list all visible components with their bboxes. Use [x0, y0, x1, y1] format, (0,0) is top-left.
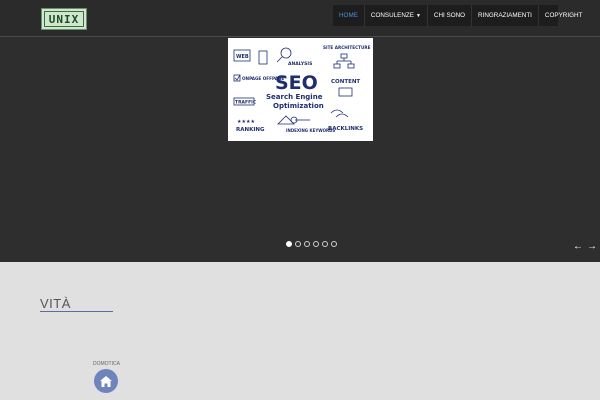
nav-label-ringraziamenti: RINGRAZIAMENTI [478, 12, 532, 19]
slide-text-site-architecture: SITE ARCHITECTURE [323, 45, 371, 50]
nav-item-copyright[interactable]: COPYRIGHT [539, 5, 588, 26]
nav-item-consulenze[interactable]: CONSULENZE ▼ [365, 5, 428, 26]
slider-dot[interactable] [322, 241, 328, 247]
logo-text: UNIX [44, 11, 84, 27]
ranking-stars-icon: ★★★★ [237, 119, 255, 125]
nav-item-chi-sono[interactable]: CHI SONO [428, 5, 473, 26]
nav-item-home[interactable]: HOME [333, 5, 365, 26]
caret-down-icon: ▼ [415, 12, 421, 19]
nav-label-consulenze: CONSULENZE [370, 12, 414, 19]
slide-text-backlinks: BACKLINKS [328, 126, 363, 132]
slide-text-content: CONTENT [331, 79, 360, 85]
slider-dot[interactable] [295, 241, 301, 247]
site-header: UNIX HOME CONSULENZE ▼ CHI SONO RINGRAZIA… [0, 0, 600, 37]
site-logo[interactable]: UNIX [41, 8, 87, 30]
slide-text-ranking: RANKING [236, 127, 265, 133]
slider-dot[interactable] [286, 241, 292, 247]
seo-illustration: WEB ANALYSIS SITE ARCHITECTURE ONPAGE OF… [233, 45, 371, 133]
nav-label-chi-sono: CHI SONO [433, 12, 466, 19]
main-nav: HOME CONSULENZE ▼ CHI SONO RINGRAZIAMENTI… [333, 5, 582, 26]
slider-dots [286, 241, 337, 247]
slide-text-search-engine: Search Engine [266, 93, 323, 101]
slide-text-analysis: ANALYSIS [288, 61, 312, 67]
arrow-right-icon[interactable]: → [587, 242, 597, 252]
slider-dot[interactable] [331, 241, 337, 247]
slider-dot[interactable] [313, 241, 319, 247]
nav-item-ringraziamenti[interactable]: RINGRAZIAMENTI [472, 5, 539, 26]
home-icon [100, 375, 112, 387]
slide-text-web: WEB [236, 54, 249, 60]
section-title: VITÀ [40, 296, 71, 311]
section-divider [40, 311, 113, 312]
slide-text-optimization: Optimization [273, 102, 324, 110]
slide-image-seo: WEB ANALYSIS SITE ARCHITECTURE ONPAGE OF… [228, 38, 373, 141]
nav-label-home: HOME [339, 12, 358, 19]
hero-slider: UNIX HOME CONSULENZE ▼ CHI SONO RINGRAZIA… [0, 0, 600, 262]
slider-arrows: ← → [573, 242, 597, 252]
nav-label-copyright: COPYRIGHT [544, 12, 583, 19]
slide-text-seo: SEO [275, 72, 318, 94]
slider-dot[interactable] [304, 241, 310, 247]
slide-text-traffic: TRAFFIC [235, 100, 257, 106]
domotica-label: DOMOTICA [93, 361, 120, 367]
arrow-left-icon[interactable]: ← [573, 242, 583, 252]
domotica-button[interactable] [94, 369, 118, 393]
